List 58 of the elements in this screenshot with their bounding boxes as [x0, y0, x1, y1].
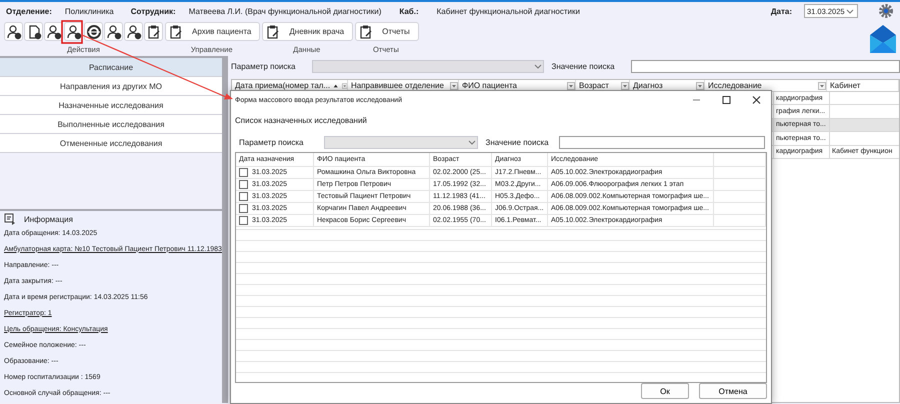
envelope-logo-icon — [870, 25, 896, 53]
nav-item[interactable]: Назначенные исследования — [0, 96, 222, 115]
nav-item[interactable]: Расписание — [0, 58, 222, 77]
filter-dropdown-icon[interactable] — [818, 82, 826, 90]
clipboard-icon — [168, 24, 184, 40]
highlight-frame — [61, 20, 83, 44]
toolbar-button[interactable] — [104, 22, 123, 41]
settings-icon[interactable] — [878, 3, 894, 19]
toolbar-button[interactable] — [124, 22, 143, 41]
info-title: Информация — [24, 214, 73, 224]
toolbar-button[interactable]: Дневник врача — [262, 22, 354, 41]
row-checkbox[interactable] — [239, 192, 248, 201]
department-label: Отделение: — [6, 6, 52, 16]
search-value-field[interactable] — [558, 136, 765, 149]
filter-dropdown-icon[interactable] — [567, 82, 575, 90]
filter-dropdown-icon[interactable] — [621, 82, 629, 90]
clipboard-icon — [265, 24, 282, 40]
row-checkbox[interactable] — [239, 216, 248, 225]
date-label: Дата: — [770, 6, 792, 16]
toolbar-button[interactable]: Отчеты — [355, 22, 419, 41]
disc-icon — [86, 24, 102, 40]
clipboard-icon — [358, 24, 374, 40]
info-icon — [4, 213, 16, 225]
room-label: Каб.: — [399, 6, 419, 16]
row-checkbox[interactable] — [239, 180, 248, 189]
search-value-field[interactable] — [630, 60, 900, 72]
nav-item[interactable]: Направления из других МО — [0, 77, 222, 96]
toolbar-button[interactable] — [4, 22, 23, 41]
room-name: Кабинет функциональной диагностики — [436, 6, 580, 16]
filter-dropdown-icon[interactable] — [342, 82, 347, 90]
row-checkbox[interactable] — [239, 168, 248, 177]
search-value-label: Значение поиска — [552, 62, 615, 70]
nav-item[interactable]: Отмененные исследования — [0, 134, 222, 153]
close-icon — [750, 95, 762, 105]
ok-button[interactable]: Ок — [641, 383, 689, 399]
caret-icon — [845, 6, 855, 16]
maximize-icon — [720, 95, 732, 105]
filter-dropdown-icon[interactable] — [696, 82, 704, 90]
list-heading: Список назначенных исследований — [235, 115, 368, 126]
caret-icon — [466, 138, 476, 147]
row-checkbox[interactable] — [239, 204, 248, 213]
sort-ascending-icon — [333, 82, 339, 90]
search-value-label: Значение поиска — [486, 138, 549, 147]
filter-dropdown-icon[interactable] — [450, 82, 458, 90]
search-param-label: Параметр поиска — [239, 138, 304, 147]
clipboard-icon — [146, 24, 162, 40]
caret-icon — [532, 62, 542, 70]
employee-label: Сотрудник: — [130, 6, 176, 16]
toolbar-button[interactable] — [24, 22, 43, 41]
cancel-button[interactable]: Отмена — [699, 383, 767, 399]
toolbar-button[interactable]: Архив пациента — [165, 22, 260, 41]
department-value: Поликлиника — [64, 6, 114, 16]
toolbar-button[interactable] — [84, 22, 103, 41]
search-param-label: Параметр поиска — [231, 62, 296, 70]
toolbar-button[interactable] — [144, 22, 163, 41]
column-header[interactable]: Кабинет — [827, 80, 899, 91]
nav-item[interactable]: Выполненные исследования — [0, 115, 222, 134]
employee-name: Матвеева Л.И. (Врач функциональной диагностики) — [188, 6, 382, 16]
